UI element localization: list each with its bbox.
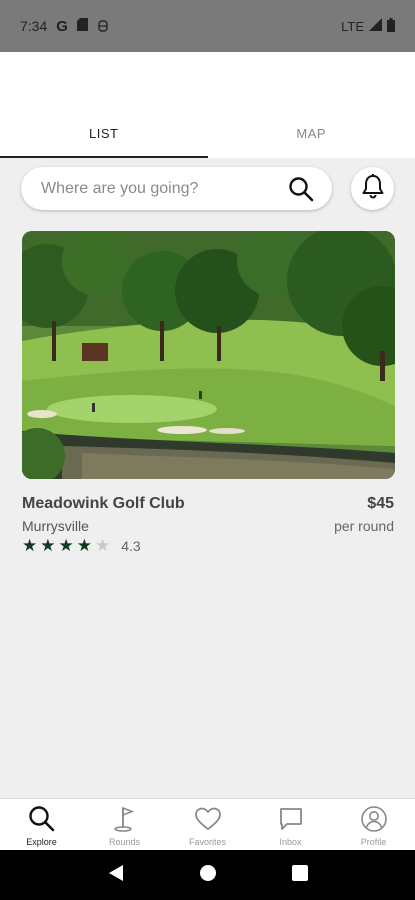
price-unit: per round bbox=[334, 518, 394, 534]
nav-rounds-label: Rounds bbox=[108, 837, 141, 847]
network-type: LTE bbox=[341, 18, 364, 34]
home-icon[interactable] bbox=[199, 864, 217, 887]
search-icon[interactable] bbox=[286, 174, 316, 204]
course-price: $45 bbox=[367, 495, 394, 512]
course-photo[interactable] bbox=[22, 231, 395, 479]
tab-list[interactable]: LIST bbox=[0, 108, 208, 158]
golf-flag-icon bbox=[112, 804, 138, 834]
search-input[interactable]: Where are you going? bbox=[21, 167, 332, 210]
star-icon: ★ bbox=[40, 536, 56, 555]
tab-list-label: LIST bbox=[89, 125, 119, 141]
course-name[interactable]: Meadowink Golf Club bbox=[22, 495, 185, 513]
heart-icon bbox=[194, 804, 222, 834]
star-icon: ★ bbox=[95, 536, 111, 555]
profile-icon bbox=[360, 804, 388, 834]
star-icon: ★ bbox=[58, 536, 74, 555]
bell-icon bbox=[361, 173, 385, 204]
system-nav-bar bbox=[0, 850, 415, 900]
search-placeholder: Where are you going? bbox=[41, 179, 199, 197]
battery-icon bbox=[387, 17, 395, 35]
nav-inbox[interactable]: Inbox bbox=[249, 799, 332, 850]
nav-rounds[interactable]: Rounds bbox=[83, 799, 166, 850]
search-icon bbox=[28, 804, 56, 834]
nav-explore-label: Explore bbox=[26, 837, 57, 847]
tab-map[interactable]: MAP bbox=[208, 108, 415, 158]
chat-icon bbox=[278, 804, 304, 834]
nav-inbox-label: Inbox bbox=[279, 837, 302, 847]
bottom-nav: Explore Rounds Favorites Inbox Profile bbox=[0, 798, 415, 850]
star-icon: ★ bbox=[22, 536, 38, 555]
tab-map-label: MAP bbox=[296, 125, 327, 141]
nav-favorites[interactable]: Favorites bbox=[166, 799, 249, 850]
star-icon: ★ bbox=[76, 536, 92, 555]
nav-profile-label: Profile bbox=[360, 837, 387, 847]
status-time: 7:34 bbox=[20, 18, 48, 34]
rating-value: 4.3 bbox=[121, 538, 141, 554]
star-rating: ★ ★ ★ ★ ★ 4.3 bbox=[22, 537, 141, 555]
recents-icon[interactable] bbox=[291, 864, 308, 886]
view-tabs: LIST MAP bbox=[0, 108, 415, 158]
nav-profile[interactable]: Profile bbox=[332, 799, 415, 850]
sd-card-icon bbox=[76, 18, 88, 34]
back-icon[interactable] bbox=[108, 864, 124, 887]
search-row: Where are you going? bbox=[0, 158, 415, 220]
signal-icon bbox=[369, 18, 382, 34]
status-bar: 7:34 G LTE bbox=[0, 0, 415, 52]
google-icon: G bbox=[56, 17, 68, 35]
nav-favorites-label: Favorites bbox=[188, 837, 226, 847]
debug-icon bbox=[97, 18, 109, 35]
notifications-button[interactable] bbox=[351, 167, 394, 210]
course-city: Murrysville bbox=[22, 518, 89, 534]
nav-explore[interactable]: Explore bbox=[0, 799, 83, 850]
